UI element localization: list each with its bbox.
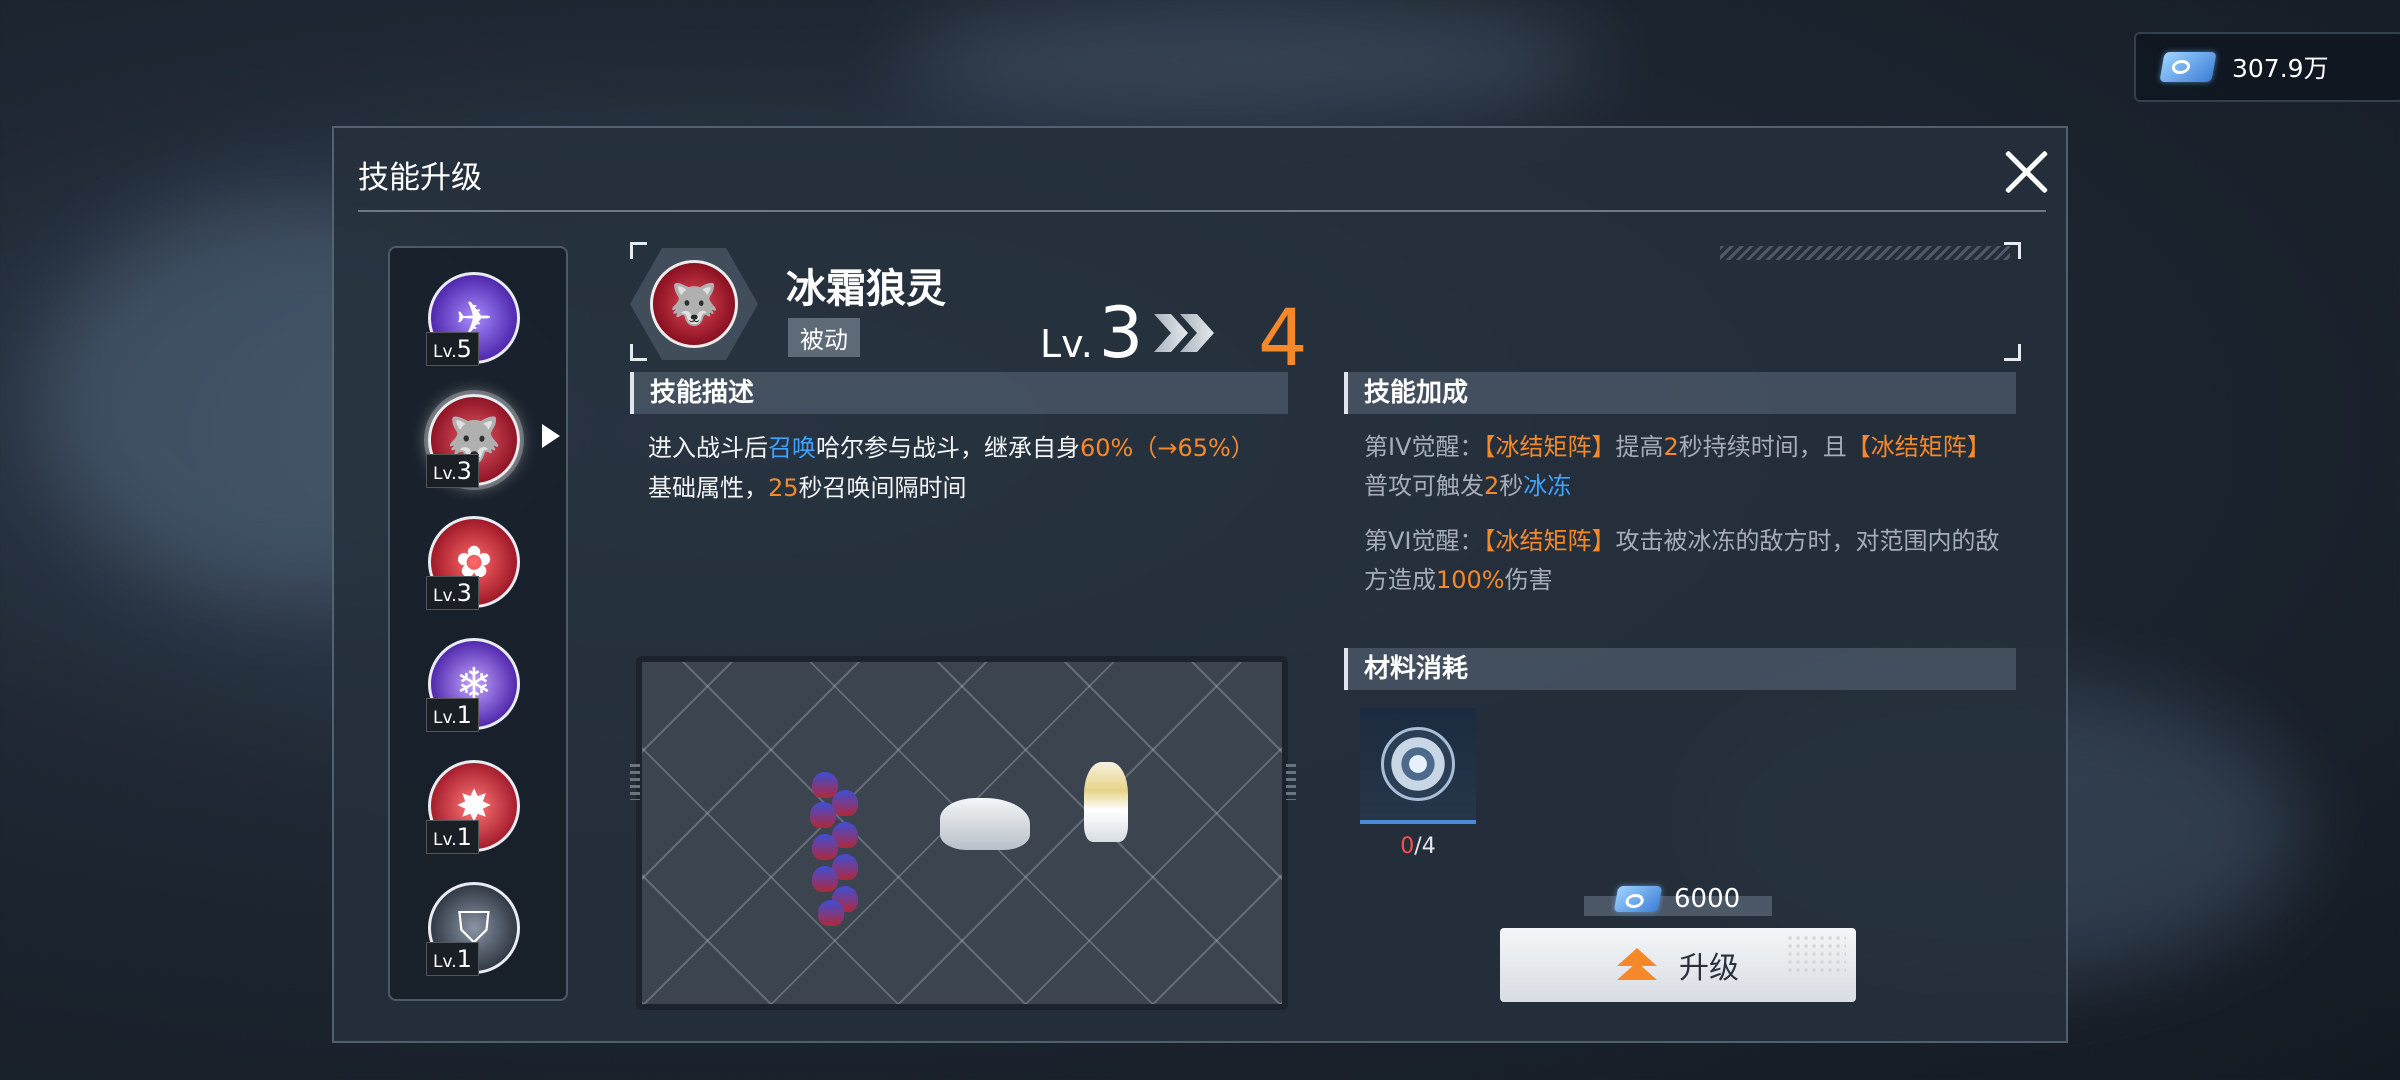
- skill-level-badge: Lv.1: [426, 698, 479, 732]
- title-divider: [358, 210, 2046, 212]
- skill-description: 进入战斗后召唤哈尔参与战斗，继承自身60%（→65%） 基础属性，25秒召唤间隔时…: [648, 434, 1255, 502]
- skill-list-item-4[interactable]: ❄ Lv.1: [426, 638, 524, 734]
- skill-list-item-2[interactable]: 🐺 Lv.3: [426, 394, 560, 490]
- currency-display: 307.9万: [2134, 32, 2400, 102]
- skill-level-badge: Lv.5: [426, 332, 479, 366]
- skill-upgrade-panel: 技能升级 ✈ Lv.5 🐺 Lv.3 ✿ Lv.3 ❄ Lv.1 ✸ Lv.1 …: [332, 126, 2068, 1043]
- level-arrow-icon: [1154, 314, 1188, 352]
- frame-corner: [2004, 344, 2021, 361]
- button-dots-decoration: [1786, 934, 1846, 974]
- frame-corner: [630, 242, 647, 259]
- upgrade-arrow-icon: [1617, 948, 1657, 982]
- enemy-unit: [818, 900, 844, 926]
- hero-unit: [1084, 762, 1128, 842]
- skill-list-item-5[interactable]: ✸ Lv.1: [426, 760, 524, 856]
- materials-header: 材料消耗: [1344, 648, 2016, 690]
- current-level: Lv.3: [1040, 292, 1144, 374]
- awakening-bonus-6: 第VI觉醒：【冰结矩阵】攻击被冰冻的敌方时，对范围内的敌方造成100%伤害: [1364, 527, 2000, 594]
- next-level: 4: [1258, 294, 1308, 384]
- skill-level-badge: Lv.1: [426, 820, 479, 854]
- background-blur: [900, 0, 1600, 120]
- enemy-unit: [812, 834, 838, 860]
- skill-preview: [636, 656, 1288, 1010]
- frame-corner: [630, 344, 647, 361]
- preview-grip: [1286, 764, 1296, 800]
- skill-list: ✈ Lv.5 🐺 Lv.3 ✿ Lv.3 ❄ Lv.1 ✸ Lv.1 ⛉ Lv.…: [388, 246, 568, 1001]
- skill-level-badge: Lv.3: [426, 576, 479, 610]
- enemy-unit: [810, 802, 836, 828]
- skill-list-item-6[interactable]: ⛉ Lv.1: [426, 882, 524, 978]
- awakening-bonus-4: 第IV觉醒：【冰结矩阵】提高2秒持续时间，且【冰结矩阵】普攻可触发2秒冰冻: [1364, 433, 1991, 500]
- upgrade-button[interactable]: 升级: [1500, 928, 1856, 1002]
- material-count: 0/4: [1400, 834, 1436, 859]
- enemy-unit: [812, 866, 838, 892]
- skill-list-item-3[interactable]: ✿ Lv.3: [426, 516, 524, 612]
- currency-amount: 307.9万: [2232, 54, 2329, 83]
- material-item[interactable]: [1360, 708, 1476, 824]
- description-header: 技能描述: [630, 372, 1288, 414]
- ticket-icon: [2159, 52, 2217, 82]
- frost-wolf-unit: [940, 798, 1030, 850]
- skill-list-item-1[interactable]: ✈ Lv.5: [426, 272, 524, 368]
- skill-icon-frame: 🐺: [630, 248, 758, 360]
- decorative-stripes: [1720, 246, 2010, 260]
- upgrade-cost: 6000: [1613, 884, 1741, 914]
- preview-grip: [630, 764, 640, 800]
- skill-level-badge: Lv.3: [426, 454, 479, 488]
- frost-wolf-icon: 🐺: [650, 260, 738, 348]
- ticket-icon: [1613, 886, 1663, 912]
- skill-type-tag: 被动: [788, 318, 860, 357]
- close-icon[interactable]: [2000, 146, 2052, 198]
- selected-arrow-icon: [542, 424, 560, 448]
- upgrade-button-label: 升级: [1679, 951, 1739, 986]
- bonus-header: 技能加成: [1344, 372, 2016, 414]
- gear-medal-icon: [1381, 727, 1455, 801]
- skill-name: 冰霜狼灵: [786, 266, 946, 312]
- cost-amount: 6000: [1674, 884, 1741, 914]
- skill-level-badge: Lv.1: [426, 942, 479, 976]
- panel-title: 技能升级: [358, 160, 482, 196]
- enemy-unit: [832, 790, 858, 816]
